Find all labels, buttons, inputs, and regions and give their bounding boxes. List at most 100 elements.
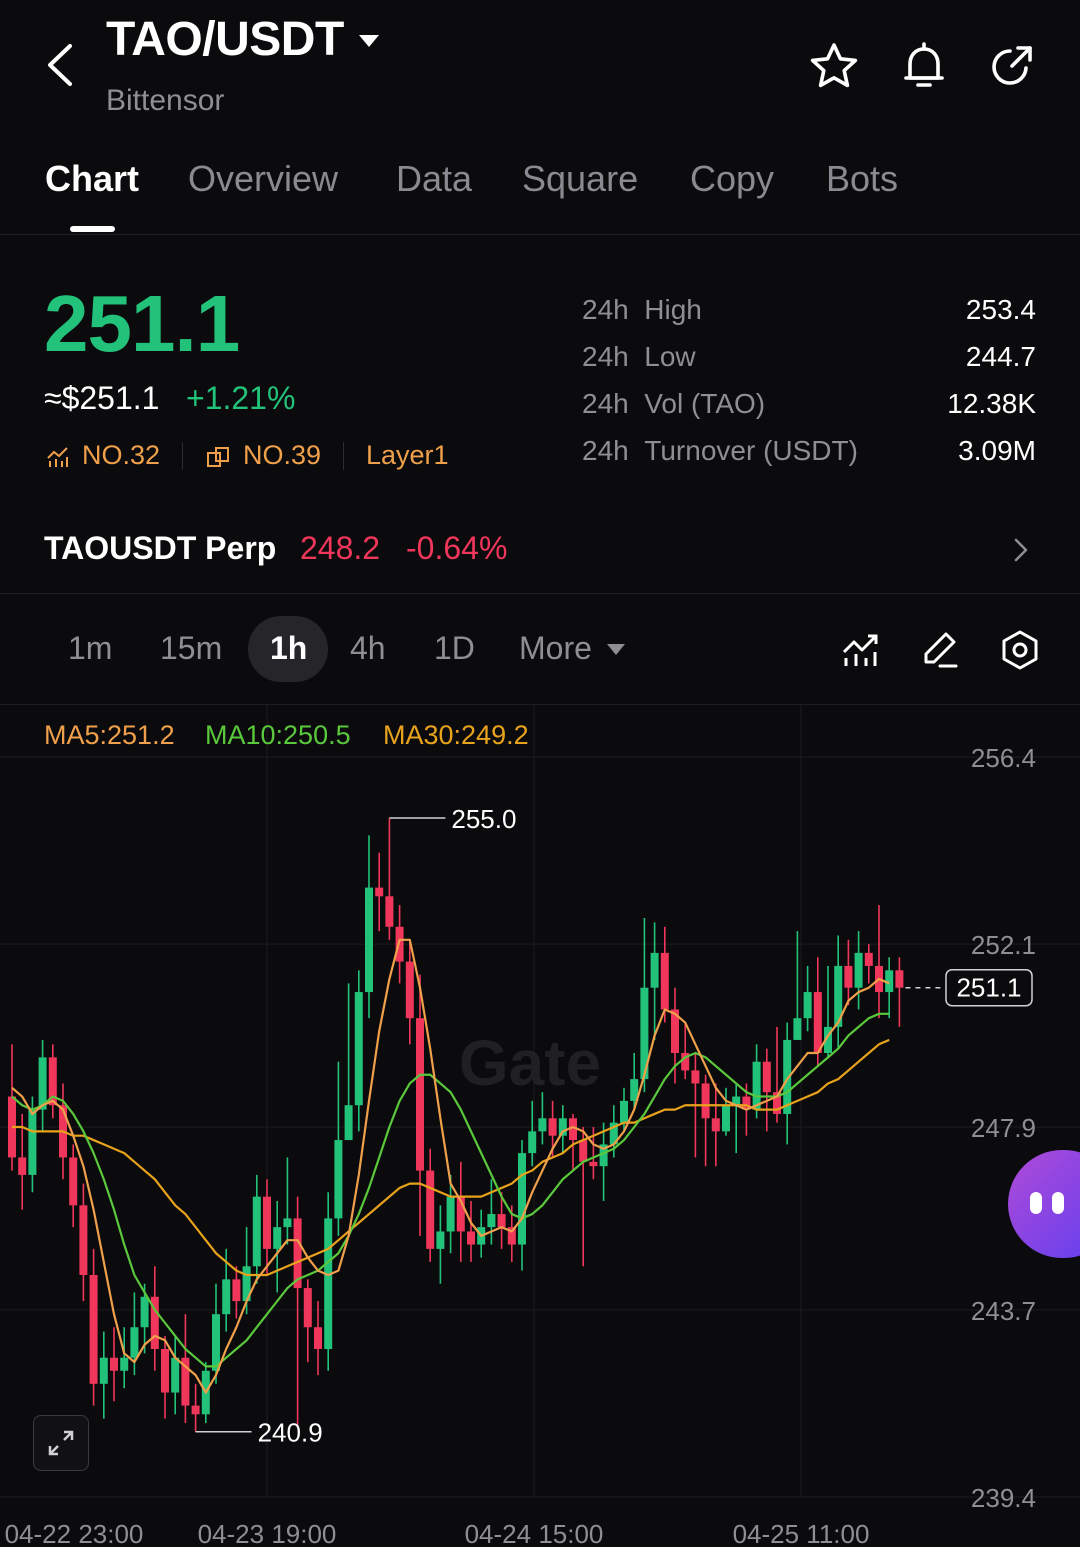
tab-square[interactable]: Square xyxy=(522,158,638,200)
candle xyxy=(171,1357,180,1393)
back-icon[interactable] xyxy=(40,40,84,90)
watermark: Gate xyxy=(459,1027,601,1099)
candle xyxy=(263,1196,271,1249)
ma10-label: MA10:250.5 xyxy=(205,720,351,750)
low-marker-label: 240.9 xyxy=(258,1418,323,1448)
candle xyxy=(130,1327,139,1358)
y-tick-label: 256.4 xyxy=(971,743,1036,773)
candle xyxy=(79,1205,88,1275)
interval-1d[interactable]: 1D xyxy=(434,630,475,667)
y-tick-label: 252.1 xyxy=(971,930,1036,960)
tab-chart[interactable]: Chart xyxy=(45,158,139,200)
stat-period: 24h xyxy=(582,294,629,325)
settings-icon[interactable] xyxy=(998,628,1042,672)
perp-link[interactable]: TAOUSDT Perp xyxy=(44,530,276,567)
divider xyxy=(343,442,344,470)
favorite-star-icon[interactable] xyxy=(808,40,860,92)
candle xyxy=(660,952,669,1010)
tab-copy[interactable]: Copy xyxy=(690,158,774,200)
assistant-eye xyxy=(1030,1192,1042,1214)
stat-period: 24h xyxy=(582,341,629,372)
candle xyxy=(303,1288,312,1328)
candle xyxy=(252,1196,261,1267)
candle xyxy=(28,1109,37,1175)
interval-more[interactable]: More xyxy=(519,630,592,667)
caret-down-icon[interactable] xyxy=(358,32,380,50)
assistant-eye xyxy=(1052,1192,1064,1214)
candle xyxy=(18,1157,27,1175)
y-tick-label: 243.7 xyxy=(971,1296,1036,1326)
candle xyxy=(528,1131,537,1154)
candle xyxy=(140,1296,149,1328)
usd-price: ≈$251.1 xyxy=(44,380,160,416)
stat-volume-label: 24h Vol (TAO) xyxy=(582,388,765,420)
volume-rank-icon xyxy=(207,447,229,467)
candlestick-chart[interactable]: Gate 256.4 252.1 247.9 243.7 239.4 04-22 23:00… xyxy=(0,705,1080,1547)
share-icon[interactable] xyxy=(986,40,1038,92)
stat-label: Low xyxy=(644,341,696,372)
candle xyxy=(344,1105,353,1141)
chevron-right-icon[interactable] xyxy=(1010,536,1032,564)
candle xyxy=(232,1279,241,1302)
candle xyxy=(803,992,812,1019)
candle xyxy=(365,887,373,993)
candle xyxy=(283,1218,292,1228)
stat-volume-value: 12.38K xyxy=(947,388,1036,419)
ma5-label: MA5:251.2 xyxy=(44,720,175,750)
stat-turnover-value: 3.09M xyxy=(958,435,1036,466)
candle xyxy=(416,1018,424,1171)
tab-data[interactable]: Data xyxy=(396,158,472,200)
interval-1h[interactable]: 1h xyxy=(270,630,307,667)
interval-15m[interactable]: 15m xyxy=(160,630,222,667)
candle xyxy=(120,1357,129,1371)
candle xyxy=(99,1357,108,1384)
candle xyxy=(620,1100,628,1123)
rank-volume[interactable]: NO.39 xyxy=(243,440,321,471)
perp-change: -0.64% xyxy=(406,530,508,566)
stat-period: 24h xyxy=(582,435,629,466)
candle xyxy=(497,1214,506,1228)
indicators-icon[interactable] xyxy=(838,628,882,672)
active-tab-indicator xyxy=(70,226,115,232)
caret-down-icon[interactable] xyxy=(606,642,626,656)
candle xyxy=(518,1153,526,1245)
x-tick-label: 04-25 11:00 xyxy=(733,1519,870,1547)
candle xyxy=(864,952,873,966)
candle xyxy=(354,992,363,1106)
candle xyxy=(650,952,659,988)
tab-overview[interactable]: Overview xyxy=(188,158,338,200)
tab-bots[interactable]: Bots xyxy=(826,158,898,200)
candle xyxy=(701,1083,710,1119)
candle xyxy=(334,1140,343,1219)
pair-title[interactable]: TAO/USDT xyxy=(106,12,344,67)
divider xyxy=(182,442,183,470)
candle xyxy=(487,1214,496,1228)
candle xyxy=(426,1170,435,1249)
candle xyxy=(467,1231,475,1245)
candle xyxy=(89,1275,98,1384)
fullscreen-button[interactable] xyxy=(33,1415,89,1471)
stat-label: Vol (TAO) xyxy=(644,388,766,419)
candle xyxy=(212,1314,220,1371)
candle xyxy=(589,1161,598,1167)
perp-price: 248.2 xyxy=(300,530,381,566)
candle xyxy=(691,1070,700,1084)
interval-1m[interactable]: 1m xyxy=(68,630,112,667)
draw-pencil-icon[interactable] xyxy=(918,628,962,672)
stat-low-label: 24h Low xyxy=(582,341,696,373)
x-tick-label: 04-23 19:00 xyxy=(198,1519,337,1547)
candle xyxy=(69,1157,78,1206)
candle xyxy=(538,1118,547,1132)
candle xyxy=(191,1405,200,1415)
rank-market-cap[interactable]: NO.32 xyxy=(82,440,160,471)
y-tick-label: 247.9 xyxy=(971,1113,1036,1143)
candle xyxy=(793,1018,802,1040)
section-divider xyxy=(0,593,1080,594)
candle xyxy=(844,965,853,988)
interval-4h[interactable]: 4h xyxy=(350,630,386,667)
expand-icon xyxy=(48,1430,74,1456)
stat-label: Turnover (USDT) xyxy=(644,435,858,466)
alert-bell-icon[interactable] xyxy=(898,40,950,92)
coin-name: Bittensor xyxy=(106,84,225,117)
category-tag[interactable]: Layer1 xyxy=(366,440,449,471)
